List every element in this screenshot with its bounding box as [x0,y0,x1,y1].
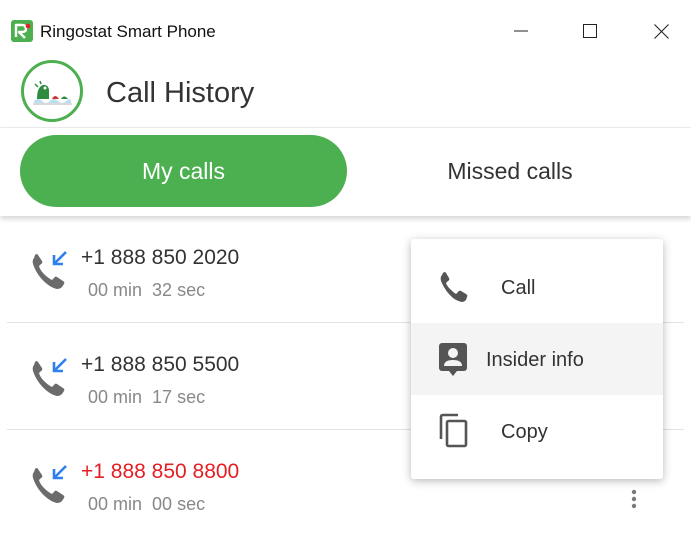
call-number: +1 888 850 8800 [81,460,240,483]
call-duration-minutes: 00 min [88,280,143,300]
call-duration: 00 min 32 sec [88,279,205,301]
page-title: Call History [106,77,255,109]
minimize-icon [514,30,528,32]
contact-card-icon [439,343,467,376]
call-duration-minutes: 00 min [88,387,143,407]
menu-item-label: Copy [501,421,548,443]
window-title: Ringostat Smart Phone [40,22,216,41]
call-duration-seconds: 17 sec [152,387,206,407]
call-number: +1 888 850 2020 [81,246,240,269]
menu-item-call[interactable]: Call [411,251,663,323]
menu-item-label: Insider info [486,349,584,371]
call-duration-minutes: 00 min [88,494,143,514]
incoming-call-icon [32,358,67,396]
close-button[interactable] [638,14,684,48]
phone-icon [440,272,468,302]
tab-missed-calls[interactable]: Missed calls [363,135,657,207]
maximize-button[interactable] [567,14,613,48]
call-duration-seconds: 00 sec [152,494,206,514]
call-number: +1 888 850 5500 [81,353,240,376]
menu-item-copy[interactable]: Copy [411,395,663,467]
missed-call-icon [32,465,67,503]
incoming-call-icon [32,251,67,289]
menu-item-insider-info[interactable]: Insider info [411,323,663,395]
copy-icon [439,413,468,448]
tab-my-calls[interactable]: My calls [20,135,347,207]
call-duration: 00 min 00 sec [88,493,205,515]
ringostat-logo-icon [11,20,33,42]
close-icon [653,23,669,39]
menu-item-label: Call [501,277,536,299]
call-duration-seconds: 32 sec [152,280,206,300]
title-bar: Ringostat Smart Phone [0,0,691,62]
page-header: Call History [0,56,691,128]
sea-serpent-avatar-icon [33,80,72,105]
row-more-button[interactable] [624,482,644,516]
avatar[interactable] [21,60,83,122]
more-vertical-icon [631,489,637,509]
minimize-button[interactable] [498,14,544,48]
call-duration: 00 min 17 sec [88,386,205,408]
context-menu: Call Insider info Copy [411,239,663,479]
tab-bar: My calls Missed calls [0,128,691,216]
maximize-icon [583,24,597,38]
